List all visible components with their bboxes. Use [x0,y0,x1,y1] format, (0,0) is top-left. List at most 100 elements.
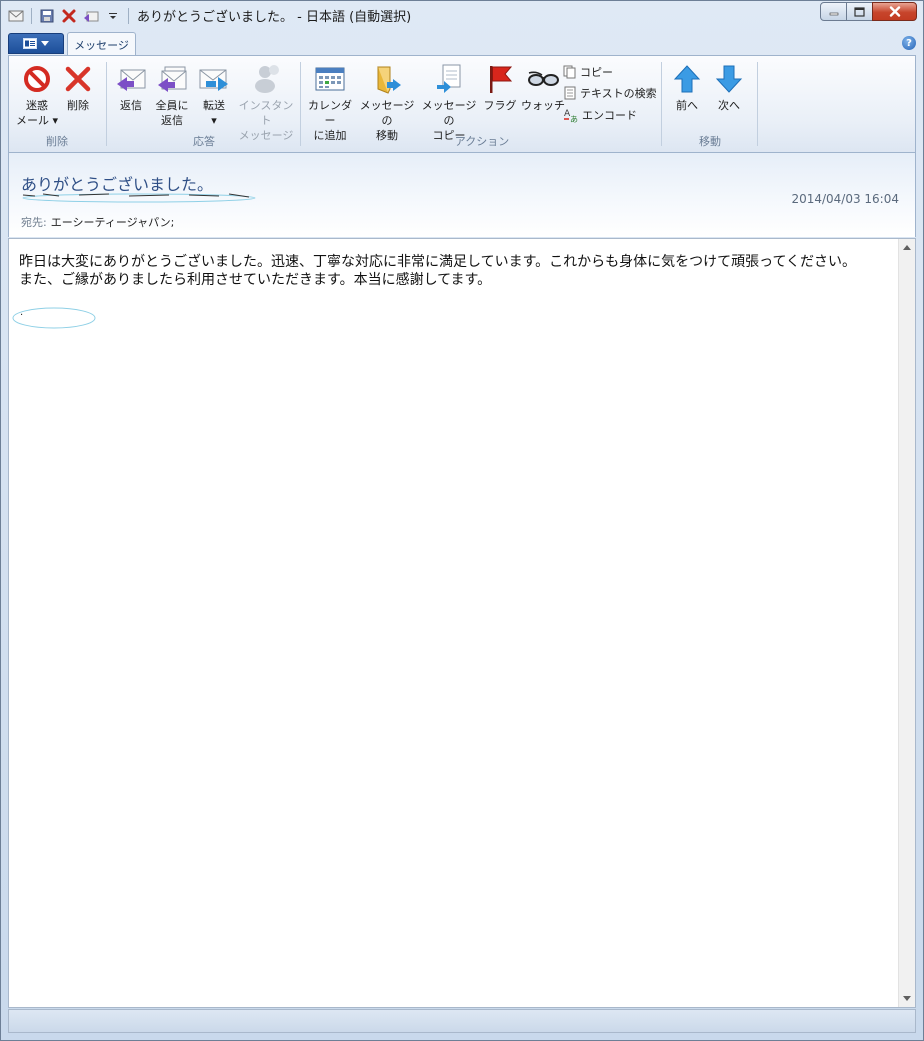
to-label: 宛先: [21,216,47,229]
document-find-icon [564,86,576,100]
actions-group-label: アクション [454,135,510,148]
delete-button[interactable]: 削除 [59,62,97,113]
app-menu-icon [23,38,37,49]
copy-label: コピー [580,66,613,79]
move-message-button[interactable]: メッセージの 移動 [357,62,417,143]
flag-label: フラグ [483,99,517,112]
previous-label: 前へ [676,99,698,112]
redacted-sender-scribble [22,193,256,203]
delete-label: 削除 [67,99,89,112]
tab-message[interactable]: メッセージ [67,32,136,56]
down-arrow-icon [712,62,746,96]
redacted-signature-scribble [12,307,96,329]
copy-icon [563,65,576,79]
watch-button[interactable]: ウォッチ [521,62,565,113]
reply-button[interactable]: 返信 [113,62,149,113]
reply-all-button[interactable]: 全員に 返信 [151,62,193,128]
forward-envelope-icon [197,62,231,96]
red-flag-icon [483,62,517,96]
encode-icon: Aあ [564,109,578,123]
forward-dropdown-icon: ▾ [211,114,217,127]
calendar-label-1: カレンダー [308,99,352,127]
reply-all-envelope-icon [155,62,189,96]
junk-label-1: 迷惑 [26,99,48,112]
reply-label: 返信 [120,99,142,112]
window-controls [820,2,917,21]
add-to-calendar-button[interactable]: カレンダー に追加 [305,62,355,143]
instant-message-button[interactable]: インスタント メッセージ [235,62,297,143]
reply-all-label-2: 返信 [161,114,183,127]
window-title: ありがとうございました。 - 日本語 (自動選択) [137,10,412,25]
save-icon[interactable] [38,7,56,25]
reply-all-label-1: 全員に [155,99,189,112]
encode-label: エンコード [582,109,637,122]
group-divider [300,62,301,146]
glasses-icon [526,62,560,96]
reply-envelope-icon [114,62,148,96]
previous-button[interactable]: 前へ [668,62,706,113]
calendar-icon [313,62,347,96]
group-divider [757,62,758,146]
mail-envelope-icon[interactable] [7,7,25,25]
delete-x-icon [61,62,95,96]
forward-button[interactable]: 転送 ▾ [195,62,233,128]
message-header: ありがとうございました。 2014/04/03 16:04 宛先: エーシーティー… [8,153,916,237]
maximize-button[interactable] [846,2,873,21]
customize-chevron-icon[interactable] [104,7,122,25]
messenger-buddy-icon [249,62,283,96]
copy-button[interactable]: コピー [563,64,613,80]
help-icon[interactable]: ? [902,36,916,50]
find-text-label: テキストの検索 [580,87,657,100]
toolbar-divider [128,7,129,24]
junk-block-icon [20,62,54,96]
delete-group-label: 削除 [46,135,68,148]
navigate-group-label: 移動 [699,135,721,148]
status-bar [8,1009,916,1033]
instant-message-label-1: インスタント [238,99,294,127]
chevron-down-icon [41,40,49,46]
body-line-1: 昨日は大変にありがとうございました。迅速、丁寧な対応に非常に満足しています。これ… [19,254,857,270]
message-date: 2014/04/03 16:04 [791,192,899,206]
document-copy-icon [432,62,466,96]
ribbon-tab-row: メッセージ ? [8,32,916,56]
junk-button[interactable]: 迷惑 メール ▾ [15,62,59,128]
ribbon: 迷惑 メール ▾ 削除 削除 返信 全員に 返信 転送 ▾ インスタント メッセ… [8,55,916,153]
mail-window: ありがとうございました。 - 日本語 (自動選択) メッセージ ? 迷惑 メール… [0,0,924,1041]
group-divider [106,62,107,146]
message-body: 昨日は大変にありがとうございました。迅速、丁寧な対応に非常に満足しています。これ… [19,253,891,289]
close-button[interactable] [872,2,917,21]
copy-message-label-1: メッセージの [421,99,477,127]
watch-label: ウォッチ [521,99,565,112]
delete-icon[interactable] [60,7,78,25]
flag-button[interactable]: フラグ [481,62,519,113]
up-arrow-icon [670,62,704,96]
next-button[interactable]: 次へ [710,62,748,113]
forward-label: 転送 [203,99,225,112]
group-divider [661,62,662,146]
find-text-button[interactable]: テキストの検索 [563,85,657,101]
actions-group: カレンダー に追加 メッセージの 移動 メッセージの コピー フラグ ウォッチ … [303,56,661,152]
next-label: 次へ [718,99,740,112]
reply-icon[interactable] [82,7,100,25]
respond-group: 返信 全員に 返信 転送 ▾ インスタント メッセージ 応答 [109,56,299,152]
recipient-line: 宛先: エーシーティージャパン; [21,214,174,230]
toolbar-divider [31,7,32,24]
quick-access-toolbar [1,7,131,25]
delete-group: 迷惑 メール ▾ 削除 削除 [9,56,105,152]
scroll-up-arrow-icon[interactable] [903,245,911,250]
encode-button[interactable]: Aあ エンコード [563,107,637,123]
respond-group-label: 応答 [193,135,215,148]
message-body-pane[interactable]: 昨日は大変にありがとうございました。迅速、丁寧な対応に非常に満足しています。これ… [8,238,916,1008]
junk-label-2: メール ▾ [15,114,59,127]
scroll-down-arrow-icon[interactable] [903,996,911,1001]
app-menu-button[interactable] [8,33,64,54]
copy-message-button[interactable]: メッセージの コピー [419,62,479,143]
folder-move-icon [370,62,404,96]
navigate-group: 前へ 次へ 移動 [664,56,756,152]
minimize-button[interactable] [820,2,847,21]
vertical-scrollbar[interactable] [898,239,915,1007]
to-value[interactable]: エーシーティージャパン; [51,216,175,229]
body-line-2: また、ご縁がありましたら利用させていただきます。本当に感謝してます。 [19,272,492,288]
title-bar: ありがとうございました。 - 日本語 (自動選択) [1,1,923,30]
move-label-1: メッセージの [359,99,415,127]
